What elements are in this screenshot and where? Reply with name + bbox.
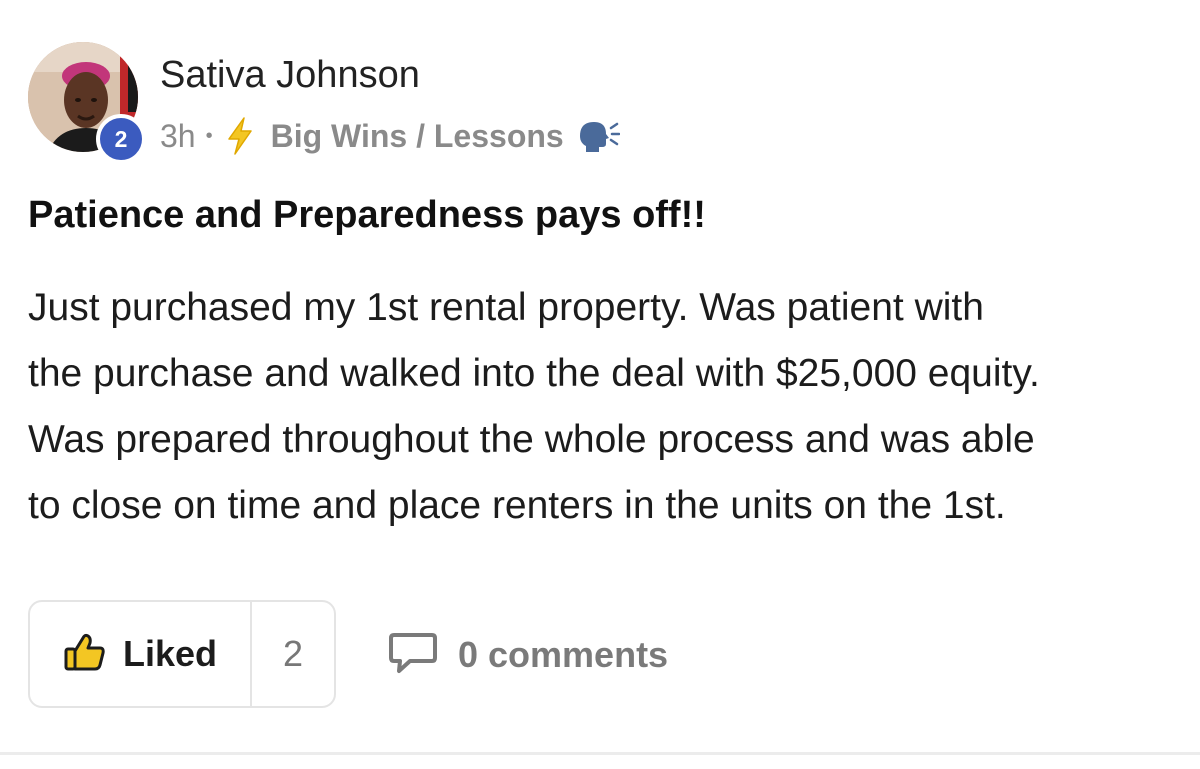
- speaking-head-icon: [574, 116, 620, 156]
- speech-bubble-icon: [388, 631, 438, 680]
- post-meta: 3h • Big Wins / Lessons: [160, 114, 620, 158]
- divider: [0, 752, 1200, 755]
- post-card: 2 Sativa Johnson 3h • Big Wins / Lessons…: [0, 0, 1200, 769]
- post-body-line: the purchase and walked into the deal wi…: [28, 352, 1040, 395]
- post-time[interactable]: 3h: [160, 118, 196, 155]
- post-body-line: to close on time and place renters in th…: [28, 484, 1006, 527]
- post-body: Just purchased my 1st rental property. W…: [28, 275, 1178, 539]
- like-button[interactable]: Liked: [30, 602, 252, 706]
- comments-button[interactable]: 0 comments: [388, 628, 668, 682]
- post-title[interactable]: Patience and Preparedness pays off!!: [28, 192, 706, 238]
- meta-separator: •: [205, 124, 213, 147]
- lightning-bolt-icon: [223, 116, 257, 156]
- author-avatar-container[interactable]: 2: [28, 42, 146, 164]
- like-control: Liked 2: [28, 600, 336, 708]
- like-label: Liked: [122, 633, 218, 674]
- thumbs-up-icon: [63, 632, 107, 677]
- category-link[interactable]: Big Wins / Lessons: [271, 118, 564, 155]
- level-badge: 2: [96, 114, 146, 164]
- post-body-line: Was prepared throughout the whole proces…: [28, 418, 1035, 461]
- comments-label: 0 comments: [458, 634, 669, 675]
- post-body-line: Just purchased my 1st rental property. W…: [28, 286, 984, 329]
- like-count[interactable]: 2: [252, 602, 334, 706]
- author-name[interactable]: Sativa Johnson: [160, 52, 420, 98]
